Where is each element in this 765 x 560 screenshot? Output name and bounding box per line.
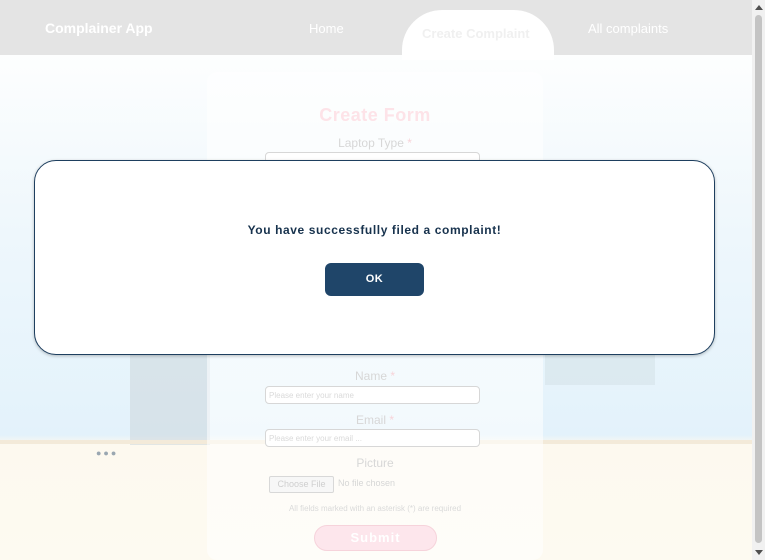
name-input[interactable]: Please enter your name	[265, 386, 480, 404]
background-desk-left	[130, 345, 210, 445]
vertical-scrollbar[interactable]	[752, 0, 765, 560]
name-label: Name *	[207, 369, 543, 383]
nav-create-complaint-tab[interactable]: Create Complaint	[402, 10, 554, 60]
required-fields-note: All fields marked with an asterisk (*) a…	[288, 504, 462, 513]
email-label-text: Email	[355, 413, 386, 427]
success-message: You have successfully filed a complaint!	[247, 223, 502, 237]
laptop-type-label-text: Laptop Type	[338, 136, 404, 150]
ok-button[interactable]: OK	[325, 263, 424, 296]
submit-button[interactable]: Submit	[314, 525, 437, 551]
file-status-text: No file chosen	[338, 478, 396, 488]
nav-create-complaint-label: Create Complaint	[422, 26, 530, 41]
email-label: Email *	[207, 413, 543, 427]
top-navbar: Complainer App Home Create Complaint All…	[0, 0, 752, 60]
email-input[interactable]: Please enter your email ...	[265, 429, 480, 447]
picture-label: Picture	[356, 456, 394, 470]
scroll-up-arrow-icon[interactable]	[755, 5, 763, 10]
laptop-type-label: Laptop Type *	[207, 136, 543, 150]
name-label-text: Name	[354, 369, 387, 383]
success-modal: You have successfully filed a complaint!…	[34, 160, 715, 355]
choose-file-button[interactable]: Choose File	[269, 476, 334, 493]
form-title: Create Form	[319, 105, 431, 125]
nav-all-complaints-link[interactable]: All complaints	[588, 21, 668, 36]
scroll-down-arrow-icon[interactable]	[755, 550, 763, 555]
required-asterisk: *	[390, 369, 396, 383]
background-dots: ●●●	[96, 448, 119, 458]
nav-home-link[interactable]: Home	[309, 21, 344, 36]
required-asterisk: *	[389, 413, 395, 427]
scrollbar-thumb[interactable]	[755, 15, 762, 543]
app-brand[interactable]: Complainer App	[45, 20, 153, 36]
required-asterisk: *	[407, 136, 412, 150]
